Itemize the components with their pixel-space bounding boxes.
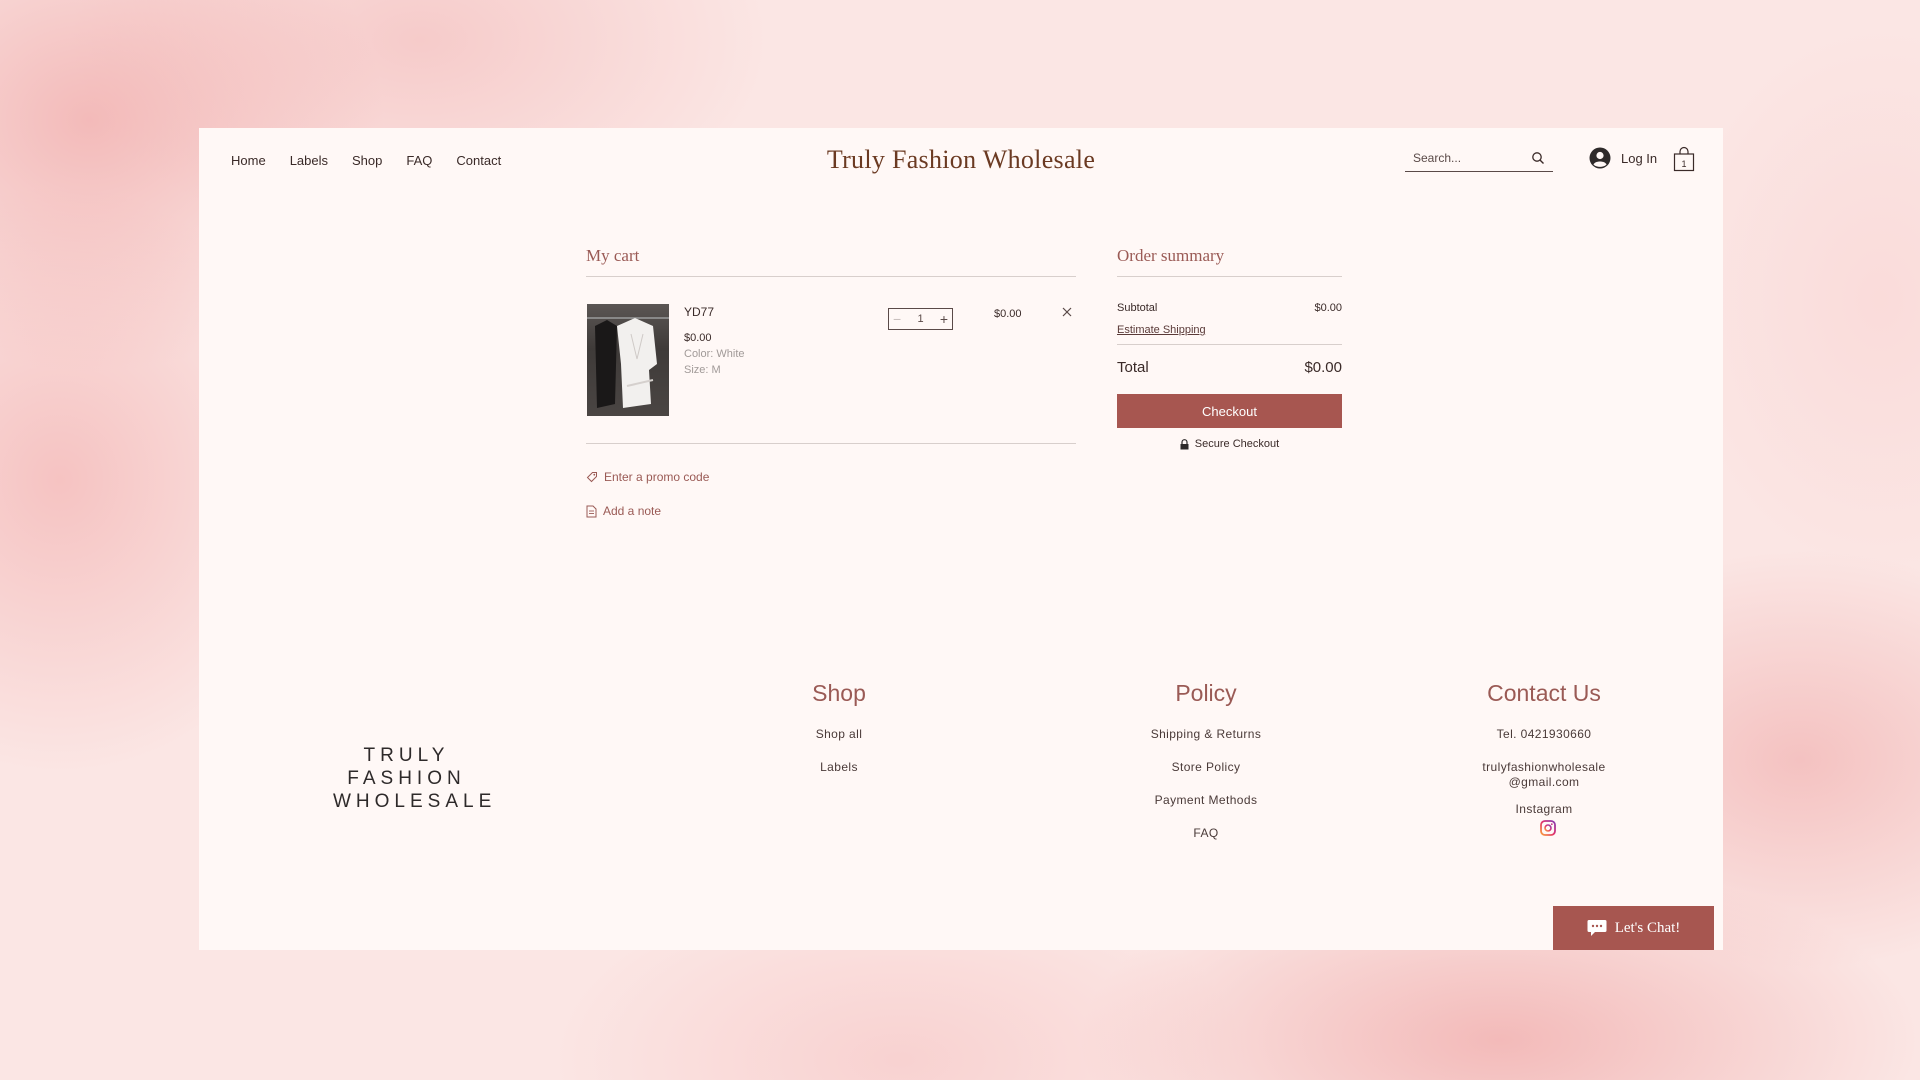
footer-email-link[interactable]: trulyfashionwholesale @gmail.com [1434, 760, 1654, 790]
cart-count: 1 [1681, 159, 1686, 169]
total-value: $0.00 [1304, 359, 1342, 376]
order-summary: Order summary Subtotal $0.00 Estimate Sh… [1117, 246, 1342, 450]
footer-link-payment-methods[interactable]: Payment Methods [1096, 793, 1316, 807]
cart-button[interactable]: 1 [1673, 146, 1695, 177]
cart-item: YD77 $0.00 Color: White Size: M − 1 + $0… [586, 277, 1076, 443]
summary-title: Order summary [1117, 246, 1225, 265]
promo-code-label: Enter a promo code [604, 470, 710, 484]
search-input[interactable] [1413, 150, 1531, 165]
footer-logo: TRULY FASHION WHOLESALE [333, 744, 497, 813]
checkout-button[interactable]: Checkout [1117, 394, 1342, 428]
product-image[interactable] [587, 304, 669, 416]
instagram-icon[interactable] [1540, 820, 1556, 836]
divider [1117, 276, 1342, 277]
remove-item-icon[interactable] [1062, 307, 1072, 317]
add-note-link[interactable]: Add a note [586, 504, 1076, 518]
subtotal-value: $0.00 [1314, 302, 1342, 314]
total-label: Total [1117, 359, 1149, 376]
footer-link-labels[interactable]: Labels [729, 760, 949, 774]
secure-checkout: Secure Checkout [1117, 438, 1342, 450]
add-note-label: Add a note [603, 504, 662, 518]
item-price: $0.00 [684, 332, 712, 344]
subtotal-row: Subtotal $0.00 [1117, 302, 1342, 314]
decrease-quantity-button[interactable]: − [893, 311, 901, 327]
item-size: Size: M [684, 364, 721, 376]
footer-logo-line: WHOLESALE [333, 791, 497, 812]
chat-button[interactable]: Let's Chat! [1553, 906, 1714, 950]
footer-email-line1: trulyfashionwholesale [1482, 760, 1606, 774]
footer-policy-column: Policy Shipping & Returns Store Policy P… [1096, 680, 1316, 859]
search-icon[interactable] [1531, 151, 1545, 165]
footer-email-line2: @gmail.com [1508, 775, 1580, 789]
footer-link-shop-all[interactable]: Shop all [729, 727, 949, 741]
increase-quantity-button[interactable]: + [940, 311, 948, 327]
item-color: Color: White [684, 348, 745, 360]
footer-policy-title: Policy [1175, 680, 1237, 706]
site-container: Home Labels Shop FAQ Contact Truly Fashi… [199, 128, 1723, 950]
divider [1117, 344, 1342, 345]
promo-code-link[interactable]: Enter a promo code [586, 470, 1076, 484]
chat-bubble-icon [1587, 920, 1607, 936]
search-box [1405, 144, 1553, 172]
user-avatar-icon [1589, 147, 1611, 169]
estimate-shipping-link[interactable]: Estimate Shipping [1117, 324, 1206, 336]
note-icon [586, 505, 597, 517]
lock-icon [1180, 438, 1189, 449]
footer-contact-title: Contact Us [1487, 680, 1601, 706]
item-name[interactable]: YD77 [684, 305, 714, 319]
cart-section: My cart YD77 $0.00 Color: White Size: M … [586, 246, 1076, 518]
chat-label: Let's Chat! [1614, 919, 1681, 936]
footer-link-shipping-returns[interactable]: Shipping & Returns [1096, 727, 1316, 741]
login-button[interactable]: Log In [1589, 147, 1657, 169]
secure-checkout-label: Secure Checkout [1194, 438, 1280, 450]
footer-shop-title: Shop [812, 680, 866, 706]
footer-link-store-policy[interactable]: Store Policy [1096, 760, 1316, 774]
footer-logo-line: FASHION [347, 768, 466, 789]
tag-icon [586, 472, 597, 483]
item-line-total: $0.00 [994, 308, 1022, 320]
subtotal-label: Subtotal [1117, 302, 1158, 314]
divider [586, 443, 1076, 444]
quantity-stepper: − 1 + [888, 308, 953, 330]
footer-link-faq[interactable]: FAQ [1096, 826, 1316, 840]
quantity-value[interactable]: 1 [917, 313, 923, 325]
footer-contact-column: Contact Us Tel. 0421930660 trulyfashionw… [1434, 680, 1654, 841]
footer-phone: Tel. 0421930660 [1496, 727, 1592, 741]
login-label: Log In [1621, 150, 1658, 166]
shopping-bag-icon: 1 [1673, 146, 1695, 172]
footer-logo-line: TRULY [363, 745, 450, 766]
cart-title: My cart [586, 246, 640, 265]
footer-instagram-link[interactable]: Instagram [1434, 802, 1654, 816]
footer-shop-column: Shop Shop all Labels [729, 680, 949, 793]
total-row: Total $0.00 [1117, 359, 1342, 376]
